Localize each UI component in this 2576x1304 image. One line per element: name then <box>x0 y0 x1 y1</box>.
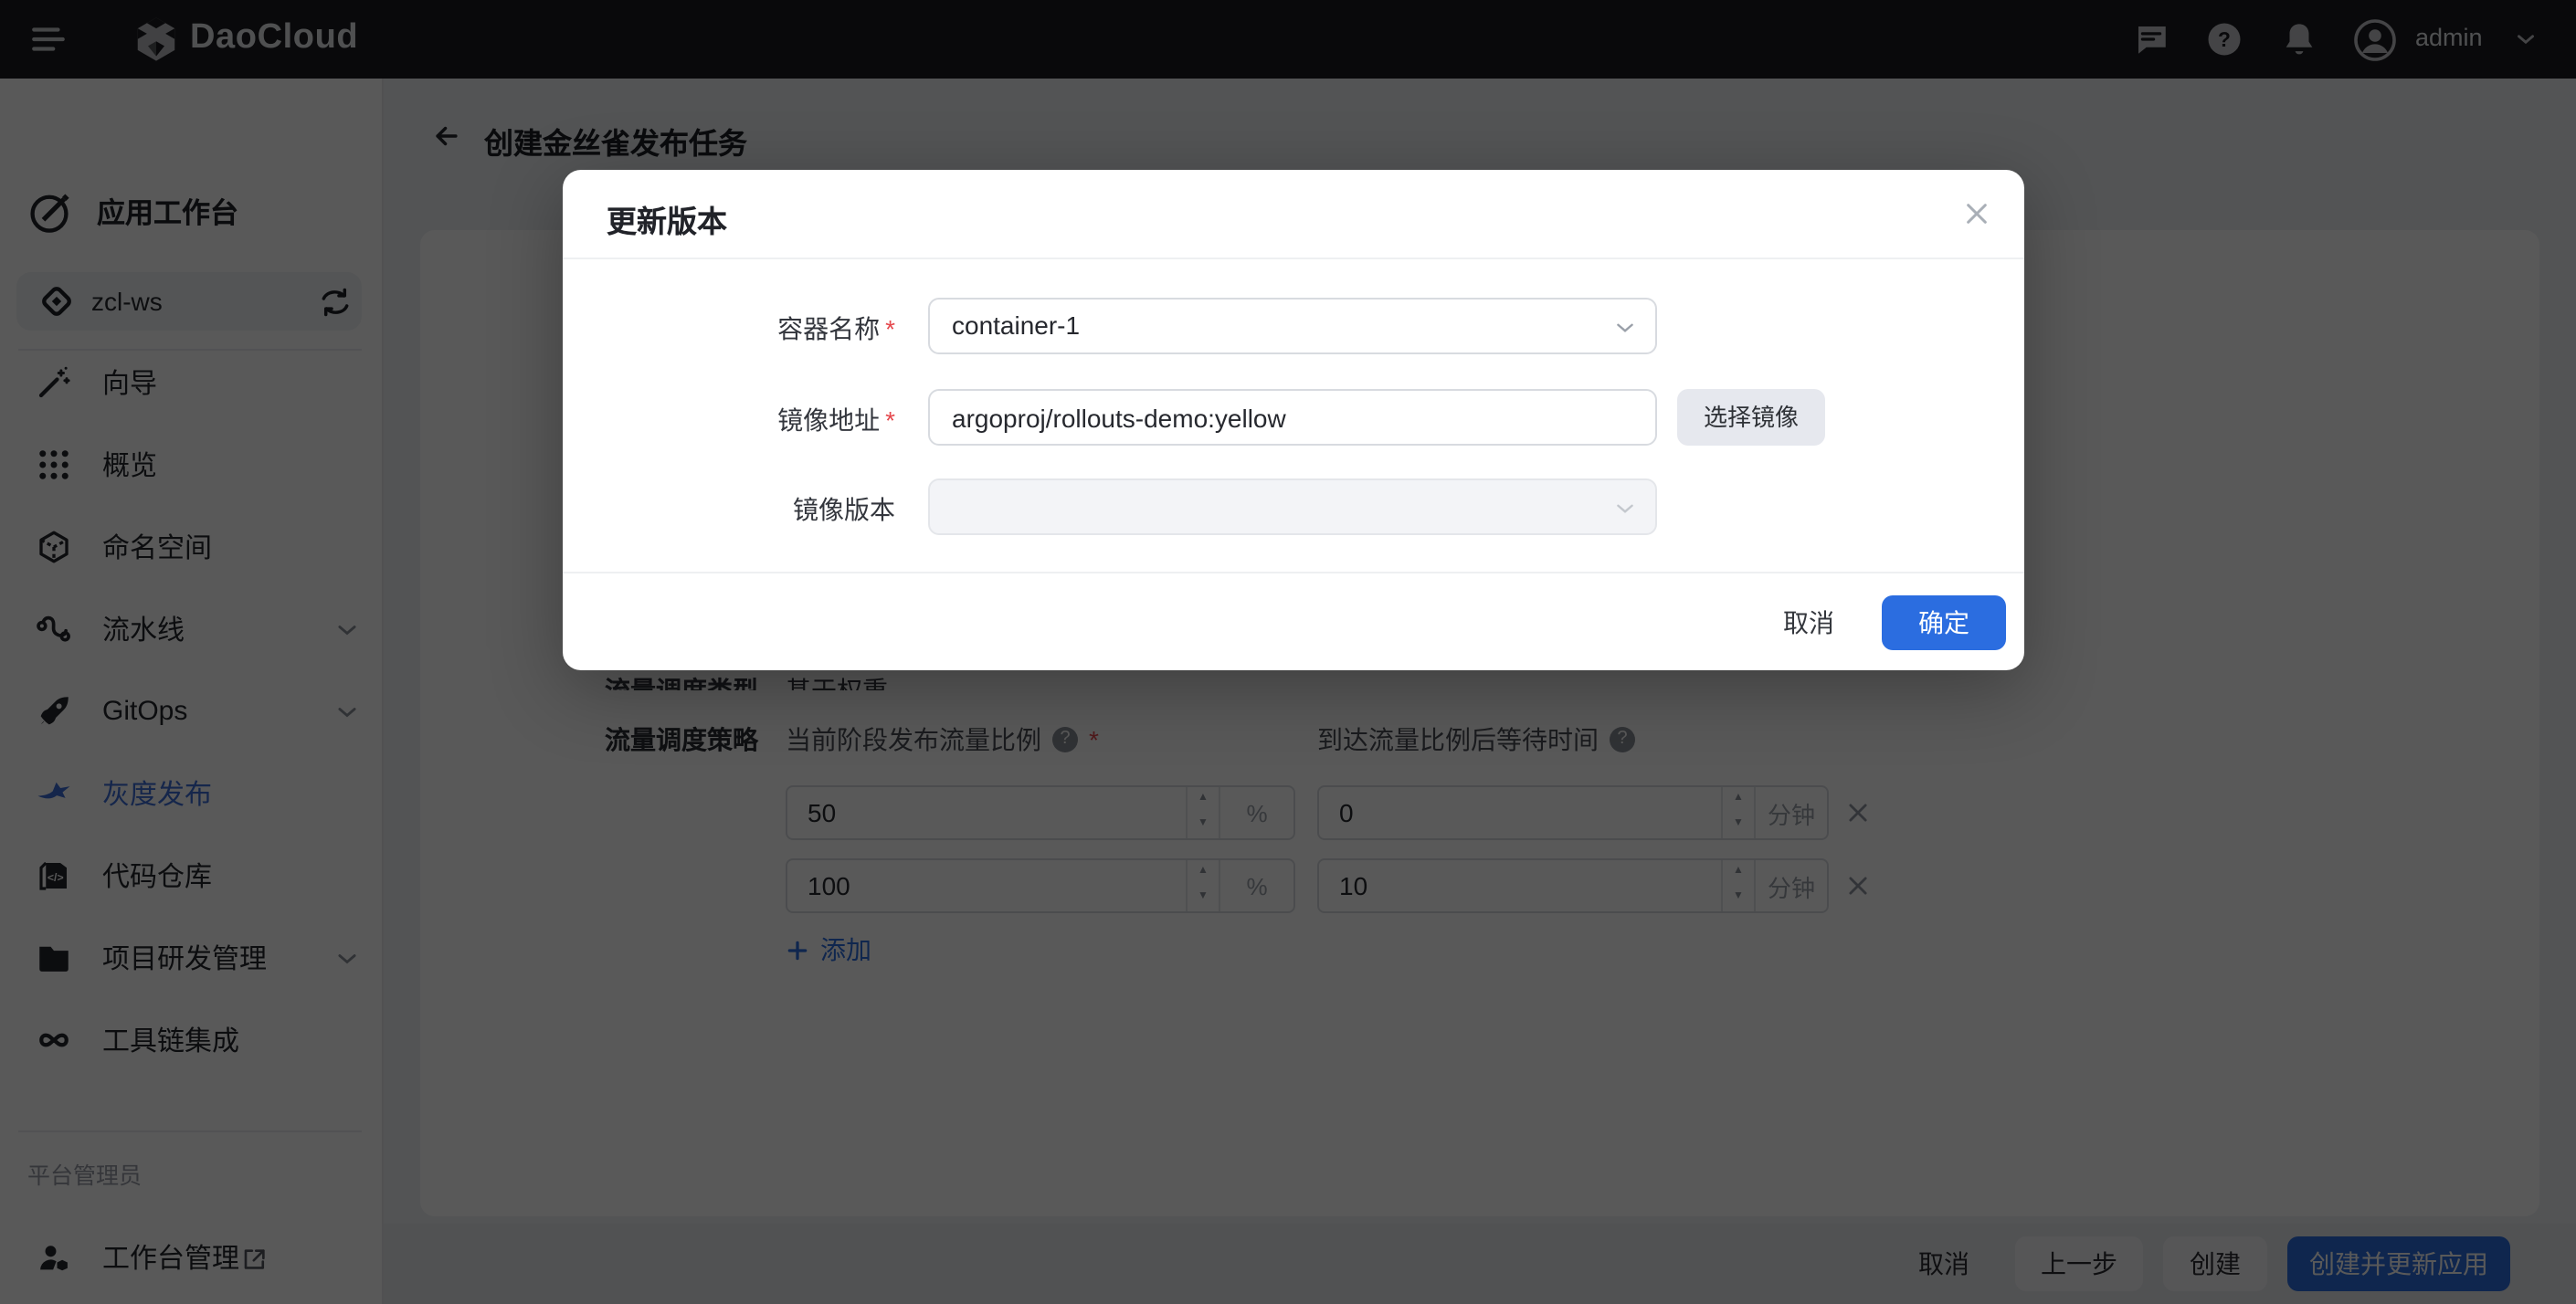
selected-value: container-1 <box>930 300 1655 352</box>
label-text: 镜像版本 <box>793 495 895 524</box>
required-asterisk: * <box>885 314 895 343</box>
label-text: 镜像地址 <box>777 405 880 435</box>
label-text: 容器名称 <box>777 314 880 343</box>
modal-cancel-button[interactable]: 取消 <box>1754 595 1863 650</box>
image-address-input[interactable] <box>928 389 1657 446</box>
modal-header-divider <box>563 258 2024 259</box>
app-root: DaoCloud ? admin 应用工作台 zcl- <box>0 0 2576 1304</box>
chevron-down-icon <box>1613 316 1637 340</box>
image-version-label: 镜像版本 <box>683 491 895 528</box>
close-icon[interactable] <box>1962 199 1991 228</box>
image-version-select[interactable] <box>928 478 1657 535</box>
container-name-select[interactable]: container-1 <box>928 298 1657 354</box>
chevron-down-icon <box>1613 497 1637 521</box>
image-address-label: 镜像地址* <box>683 402 895 438</box>
select-image-button[interactable]: 选择镜像 <box>1677 389 1825 446</box>
modal-ok-button[interactable]: 确定 <box>1882 595 2006 650</box>
modal-title: 更新版本 <box>607 197 727 241</box>
update-version-modal: 更新版本 容器名称* container-1 镜像地址* 选择镜像 镜像版本 取… <box>563 170 2024 670</box>
modal-footer-divider <box>563 572 2024 573</box>
container-name-label: 容器名称* <box>683 310 895 347</box>
required-asterisk: * <box>885 405 895 435</box>
